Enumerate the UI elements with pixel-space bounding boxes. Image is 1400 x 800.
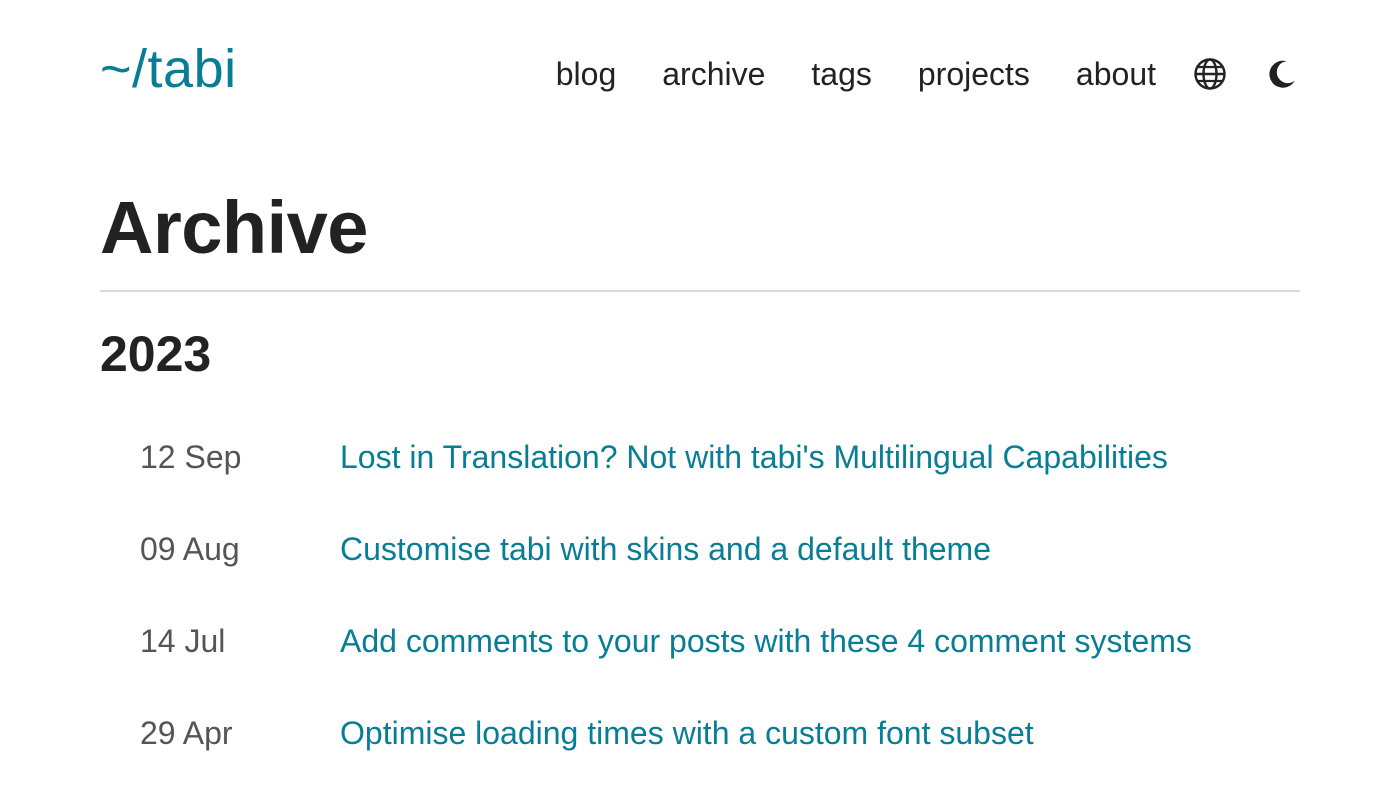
list-item: 14 Jul Add comments to your posts with t…	[140, 610, 1300, 672]
title-divider	[100, 290, 1300, 292]
page-title: Archive	[100, 186, 368, 269]
globe-icon	[1194, 58, 1226, 90]
nav-about[interactable]: about	[1076, 52, 1156, 96]
moon-icon	[1269, 60, 1295, 88]
archive-year: 2023	[100, 326, 212, 382]
main-nav: blog archive tags projects about	[556, 52, 1300, 96]
post-link[interactable]: Lost in Translation? Not with tabi's Mul…	[340, 426, 1260, 488]
nav-archive[interactable]: archive	[662, 52, 765, 96]
theme-toggle-button[interactable]	[1264, 56, 1300, 92]
post-date: 12 Sep	[140, 439, 242, 475]
site-header: ~/tabi blog archive tags projects about	[0, 0, 1400, 140]
post-link[interactable]: Customise tabi with skins and a default …	[340, 518, 1260, 580]
post-link[interactable]: Add comments to your posts with these 4 …	[340, 610, 1260, 672]
nav-blog[interactable]: blog	[556, 52, 617, 96]
list-item: 09 Aug Customise tabi with skins and a d…	[140, 518, 1300, 580]
nav-projects[interactable]: projects	[918, 52, 1030, 96]
post-link[interactable]: Optimise loading times with a custom fon…	[340, 702, 1260, 764]
post-list: 12 Sep Lost in Translation? Not with tab…	[140, 426, 1300, 794]
post-date: 29 Apr	[140, 715, 233, 751]
list-item: 29 Apr Optimise loading times with a cus…	[140, 702, 1300, 764]
list-item: 12 Sep Lost in Translation? Not with tab…	[140, 426, 1300, 488]
site-logo[interactable]: ~/tabi	[100, 34, 237, 104]
nav-tags[interactable]: tags	[811, 52, 871, 96]
post-date: 14 Jul	[140, 623, 226, 659]
language-switcher-button[interactable]	[1192, 56, 1228, 92]
post-date: 09 Aug	[140, 531, 240, 567]
